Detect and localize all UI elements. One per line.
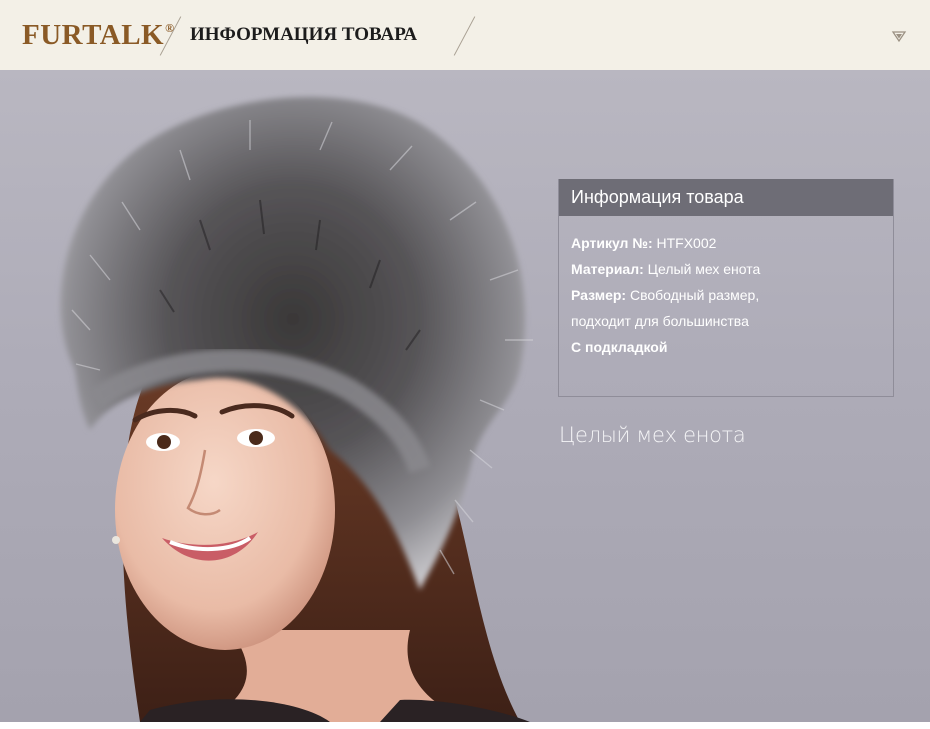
divider-right [453, 16, 476, 56]
size-value-line2: подходит для большинства [571, 313, 749, 329]
size-row: Размер: Свободный размер, [571, 282, 881, 308]
chevron-down-icon[interactable] [891, 28, 907, 44]
info-panel-body: Артикул №: HTFX002 Материал: Целый мех е… [559, 216, 893, 360]
article-row: Артикул №: HTFX002 [571, 230, 881, 256]
brand-logo: FURTALK® [22, 19, 175, 52]
bottom-margin [0, 722, 930, 729]
material-row: Материал: Целый мех енота [571, 256, 881, 282]
brand-name: FURTALK [22, 19, 165, 51]
product-info-page: FURTALK® ИНФОРМАЦИЯ ТОВАРА Информация то… [0, 0, 930, 729]
material-label: Материал: [571, 261, 644, 277]
section-title: ИНФОРМАЦИЯ ТОВАРА [190, 24, 418, 45]
info-panel-header: Информация товара [559, 179, 893, 216]
material-caption: Целый мех енота [559, 423, 746, 447]
lining-note: С подкладкой [571, 339, 668, 355]
header-bar: FURTALK® ИНФОРМАЦИЯ ТОВАРА [0, 0, 930, 70]
info-panel-title: Информация товара [571, 187, 744, 207]
size-label: Размер: [571, 287, 627, 303]
material-value: Целый мех енота [647, 261, 761, 277]
article-label: Артикул №: [571, 235, 653, 251]
size-value-line1: Свободный размер, [629, 287, 760, 303]
product-info-panel: Информация товара Артикул №: HTFX002 Мат… [558, 179, 894, 397]
article-value: HTFX002 [656, 235, 717, 251]
size-row-continued: подходит для большинства [571, 308, 881, 334]
